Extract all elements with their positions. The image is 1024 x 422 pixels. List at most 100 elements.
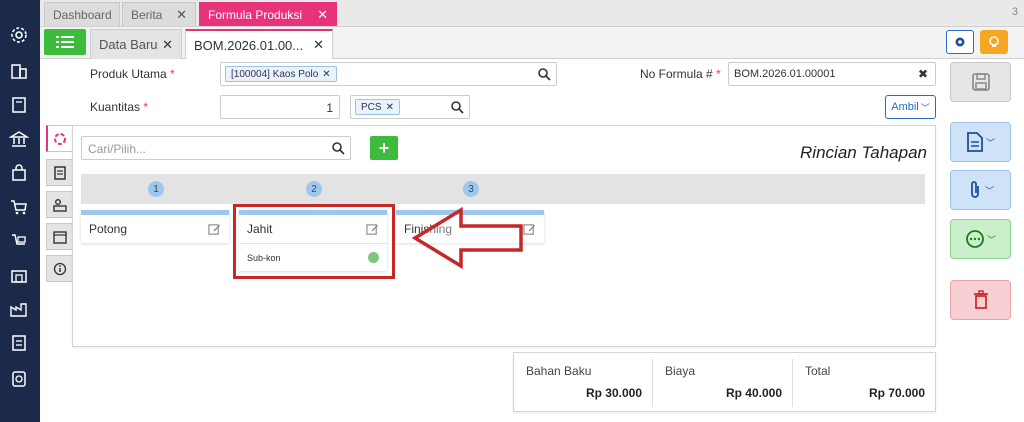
totals-panel: Bahan Baku Rp 30.000 Biaya Rp 40.000 Tot… [513, 352, 936, 412]
remove-chip-icon[interactable]: ✕ [322, 69, 330, 80]
more-icon [966, 230, 984, 248]
tab-berita[interactable]: Berita ✕ [122, 2, 196, 26]
total-value: Rp 70.000 [868, 386, 925, 400]
total-label: Total [805, 364, 831, 378]
book-icon[interactable] [8, 94, 30, 116]
edit-icon[interactable] [208, 223, 221, 236]
stage-search-placeholder: Cari/Pilih... [88, 142, 147, 156]
remove-chip-icon[interactable]: ✕ [386, 102, 394, 113]
produk-utama-label: Produk Utama * [90, 67, 175, 81]
save-button[interactable] [950, 62, 1011, 102]
list-button[interactable] [44, 29, 86, 55]
stage-number: 3 [463, 181, 479, 197]
stages-panel: Cari/Pilih... + Rincian Tahapan 1 2 3 Po… [72, 125, 936, 347]
list-icon [56, 36, 74, 48]
stage-strip [81, 174, 925, 204]
tab-formula-produksi[interactable]: Formula Produksi ✕ [199, 2, 337, 26]
search-icon[interactable] [537, 67, 551, 81]
main-tab-bar: Dashboard Berita ✕ Formula Produksi ✕ 3 [40, 0, 1024, 27]
left-navigation [0, 0, 40, 422]
kuantitas-label: Kuantitas * [90, 100, 149, 114]
cart-icon[interactable] [8, 196, 30, 218]
shopping-bag-icon[interactable] [8, 162, 30, 184]
unit-chip-label: PCS [361, 101, 382, 113]
gear-icon [955, 37, 965, 47]
tab-label: Dashboard [53, 7, 112, 22]
bahan-baku-label: Bahan Baku [526, 364, 592, 378]
settings-icon[interactable] [8, 24, 30, 46]
sub-tab-bar: Data Baru ✕ BOM.2026.01.00... ✕ [40, 27, 1024, 59]
kuantitas-input[interactable]: 1 [220, 95, 340, 119]
hint-button[interactable] [980, 30, 1008, 54]
settings-button[interactable] [946, 30, 974, 54]
tab-label: Formula Produksi [208, 7, 303, 22]
tab-count: 3 [1011, 6, 1018, 18]
no-formula-value: BOM.2026.01.00001 [734, 68, 836, 80]
factory-icon[interactable] [8, 298, 30, 320]
tab-label: Berita [131, 7, 163, 22]
subtab-bom[interactable]: BOM.2026.01.00... ✕ [185, 29, 333, 59]
stage-name: Potong [89, 222, 128, 236]
close-icon[interactable]: ✕ [176, 7, 187, 23]
attachment-menu-button[interactable]: ﹀ [950, 170, 1011, 210]
paperclip-icon [971, 181, 979, 198]
side-tab-info[interactable] [46, 255, 72, 282]
biaya-value: Rp 40.000 [725, 386, 782, 400]
clear-icon[interactable]: ✖ [918, 67, 928, 81]
box-icon [52, 230, 67, 244]
info-icon [53, 262, 66, 275]
loader-icon [54, 132, 66, 145]
close-icon[interactable]: ✕ [317, 7, 328, 23]
subtab-data-baru[interactable]: Data Baru ✕ [90, 29, 182, 59]
biaya-total: Biaya Rp 40.000 [653, 359, 792, 407]
ambil-label: Ambil [891, 101, 919, 113]
biaya-label: Biaya [665, 364, 696, 378]
chevron-down-icon: ﹀ [920, 102, 930, 113]
subtab-label: Data Baru [99, 37, 158, 52]
close-icon[interactable]: ✕ [313, 37, 324, 53]
no-formula-field[interactable]: BOM.2026.01.00001 ✖ [728, 62, 936, 86]
chevron-down-icon: ﹀ [985, 137, 995, 148]
building-icon[interactable] [8, 60, 30, 82]
bahan-baku-value: Rp 30.000 [585, 386, 642, 400]
produk-chip: [100004] Kaos Polo ✕ [225, 66, 337, 82]
cart-return-icon[interactable] [8, 230, 30, 252]
side-tab-box[interactable] [46, 223, 72, 250]
lightbulb-icon [989, 36, 999, 47]
stage-number: 2 [306, 181, 322, 197]
tab-dashboard[interactable]: Dashboard [44, 2, 120, 26]
save-icon [971, 73, 990, 91]
more-menu-button[interactable]: ﹀ [950, 219, 1011, 259]
search-icon[interactable] [331, 141, 345, 155]
document-icon [53, 165, 66, 180]
produk-chip-label: [100004] Kaos Polo [231, 68, 319, 80]
no-formula-label: No Formula # * [640, 67, 721, 81]
document-menu-button[interactable]: ﹀ [950, 122, 1011, 162]
search-icon[interactable] [450, 100, 464, 114]
bahan-baku-total: Bahan Baku Rp 30.000 [514, 359, 652, 407]
chevron-down-icon: ﹀ [986, 234, 996, 245]
delete-button[interactable] [950, 280, 1011, 320]
grand-total: Total Rp 70.000 [793, 359, 935, 407]
kuantitas-value: 1 [326, 101, 333, 115]
close-icon[interactable]: ✕ [162, 37, 173, 53]
users-icon [52, 198, 67, 212]
stage-card[interactable]: Potong [81, 210, 229, 243]
warehouse-icon[interactable] [8, 264, 30, 286]
annotation-highlight-box [233, 204, 395, 279]
add-stage-button[interactable]: + [370, 136, 398, 160]
side-tab-document[interactable] [46, 159, 72, 186]
bank-icon[interactable] [8, 128, 30, 150]
tax-icon[interactable] [8, 332, 30, 354]
ambil-button[interactable]: Ambil ﹀ [885, 95, 936, 119]
produk-utama-field[interactable]: [100004] Kaos Polo ✕ [220, 62, 557, 86]
side-tab-people[interactable] [46, 191, 72, 218]
side-tab-stages[interactable] [46, 125, 72, 152]
stage-search-input[interactable]: Cari/Pilih... [81, 136, 351, 160]
chevron-down-icon: ﹀ [984, 185, 994, 196]
annotation-arrow-icon [411, 206, 523, 270]
unit-field[interactable]: PCS ✕ [350, 95, 470, 119]
report-icon[interactable] [8, 368, 30, 390]
stage-number: 1 [148, 181, 164, 197]
unit-chip: PCS ✕ [355, 99, 400, 115]
